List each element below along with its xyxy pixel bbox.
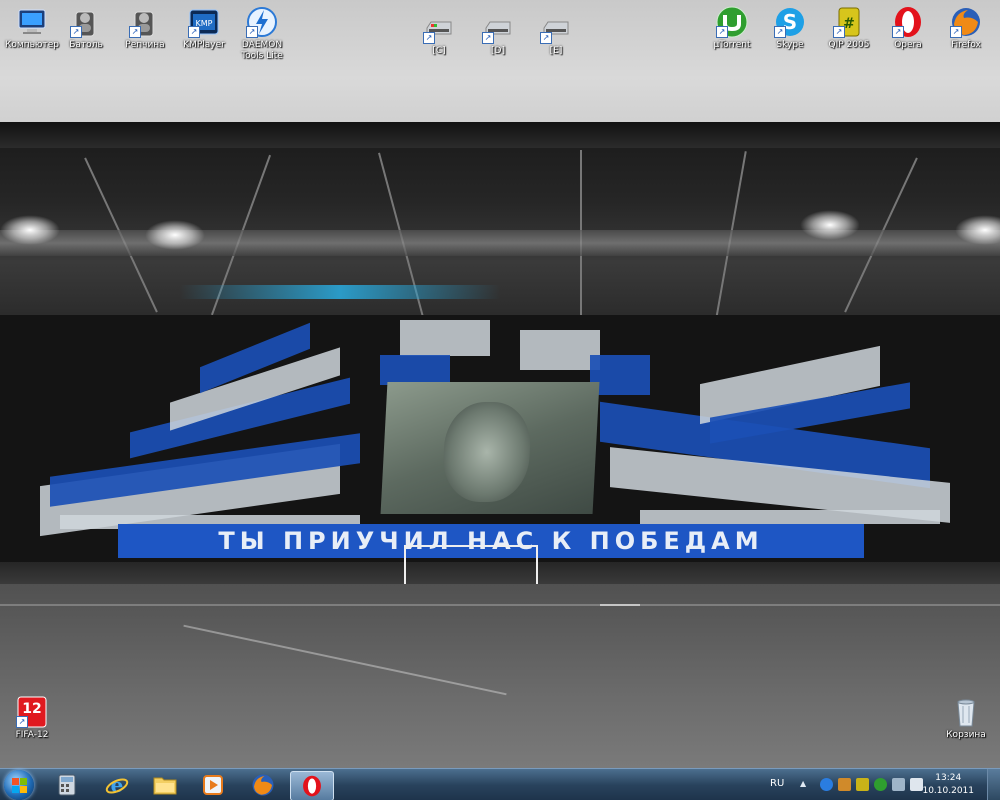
floodlight-glow	[145, 220, 205, 250]
icon-label: FIFA-12	[15, 730, 49, 740]
explorer-folder-icon	[153, 777, 177, 795]
icon-label: Opera	[894, 40, 922, 50]
floodlight-glow	[800, 210, 860, 240]
clock-time: 13:24	[935, 773, 962, 783]
taskbar: e RU ▲ 13:24 10.10.2011	[0, 768, 1000, 800]
taskbar-pinned-media-player[interactable]	[192, 771, 234, 799]
icon-label: [D]	[491, 46, 505, 56]
desktop-icon-fifa12[interactable]: 12 ↗ FIFA-12	[0, 694, 64, 741]
desktop-icon-utorrent[interactable]: ↗ µTorrent	[700, 4, 764, 51]
system-tray: RU ▲ 13:24 10.10.2011	[760, 769, 1000, 800]
taskbar-pinned-firefox[interactable]	[242, 771, 284, 799]
icon-label: Репчина	[125, 40, 165, 50]
icon-label: Корзина	[946, 730, 986, 740]
fifa12-icon: 12 ↗	[16, 696, 48, 728]
speaker-icon[interactable]	[910, 778, 923, 791]
fifa12-icon-badge: 12	[22, 701, 42, 717]
taskbar-pinned-explorer[interactable]	[144, 771, 186, 799]
utorrent-icon: ↗	[716, 6, 748, 38]
icon-label: QIP 2005	[828, 40, 870, 50]
language-indicator[interactable]: RU	[770, 778, 784, 789]
desktop: ТЫ ПРИУЧИЛ НАС К ПОБЕДАМ Компьютер ↗ Бат…	[0, 0, 1000, 768]
desktop-icon-drive-d[interactable]: ↗ [D]	[466, 10, 530, 57]
taskbar-pinned-internet-explorer[interactable]: e	[96, 771, 138, 799]
wallpaper-roof-edge	[0, 122, 1000, 148]
drive-icon: ↗	[482, 12, 514, 44]
taskbar-pinned-opera[interactable]	[290, 771, 334, 800]
user-folder-icon: ↗	[70, 6, 102, 38]
start-button[interactable]	[4, 770, 34, 800]
icon-label: KMPlayer	[183, 40, 225, 50]
volume-icon[interactable]	[838, 778, 851, 791]
clock[interactable]: 13:24 10.10.2011	[922, 772, 974, 798]
network-icon[interactable]	[892, 778, 905, 791]
icon-label: µTorrent	[713, 40, 751, 50]
opera-icon	[303, 775, 321, 797]
qip-icon: # ↗	[833, 6, 865, 38]
media-player-icon	[203, 775, 223, 795]
wallpaper-pitch	[0, 584, 1000, 768]
desktop-icon-firefox[interactable]: ↗ Firefox	[934, 4, 998, 51]
drive-icon: ↗	[540, 12, 572, 44]
firefox-icon: ↗	[950, 6, 982, 38]
desktop-icon-skype[interactable]: S ↗ Skype	[758, 4, 822, 51]
icon-label: DAEMON Tools Lite	[241, 40, 283, 61]
qip-tray-icon[interactable]	[856, 778, 869, 791]
skype-icon: S ↗	[774, 6, 806, 38]
tray-expand-icon[interactable]: ▲	[800, 779, 806, 788]
firefox-icon	[252, 774, 274, 796]
wallpaper-portrait-banner	[380, 382, 600, 514]
desktop-icon-drive-e[interactable]: ↗ [E]	[524, 10, 588, 57]
desktop-icon-kmplayer[interactable]: KMP ↗ KMPlayer	[172, 4, 236, 51]
desktop-icon-user-repchina[interactable]: ↗ Репчина	[113, 4, 177, 51]
desktop-icon-opera[interactable]: ↗ Opera	[876, 4, 940, 51]
desktop-icon-drive-c[interactable]: ↗ [C]	[407, 10, 471, 57]
wallpaper-portrait-face	[441, 402, 533, 502]
internet-explorer-icon: e	[105, 773, 129, 797]
desktop-icon-recycle-bin[interactable]: Корзина	[934, 694, 998, 741]
desktop-icon-user-batol[interactable]: ↗ Батоль	[54, 4, 118, 51]
clock-date: 10.10.2011	[922, 786, 974, 796]
utorrent-tray-icon[interactable]	[874, 778, 887, 791]
icon-label: Firefox	[951, 40, 981, 50]
show-desktop-button[interactable]	[987, 769, 1000, 800]
floodlight-glow	[0, 215, 60, 245]
recycle-bin-icon	[950, 696, 982, 728]
opera-icon: ↗	[892, 6, 924, 38]
drive-icon: ↗	[423, 12, 455, 44]
icon-label: [C]	[432, 46, 446, 56]
user-folder-icon: ↗	[129, 6, 161, 38]
icon-label: Батоль	[69, 40, 103, 50]
daemon-tray-icon[interactable]	[820, 778, 833, 791]
icon-label: Skype	[776, 40, 804, 50]
desktop-icon-qip[interactable]: # ↗ QIP 2005	[817, 4, 881, 51]
taskbar-pinned-calculator[interactable]	[46, 771, 88, 799]
daemon-tools-icon: ↗	[246, 6, 278, 38]
calculator-icon	[58, 774, 76, 796]
desktop-icon-daemon-tools[interactable]: ↗ DAEMON Tools Lite	[230, 4, 294, 62]
wallpaper-cyan-strip	[180, 285, 500, 299]
wallpaper-goal	[404, 545, 538, 587]
kmplayer-icon: KMP ↗	[188, 6, 220, 38]
icon-label: [E]	[549, 46, 563, 56]
computer-icon	[16, 6, 48, 38]
